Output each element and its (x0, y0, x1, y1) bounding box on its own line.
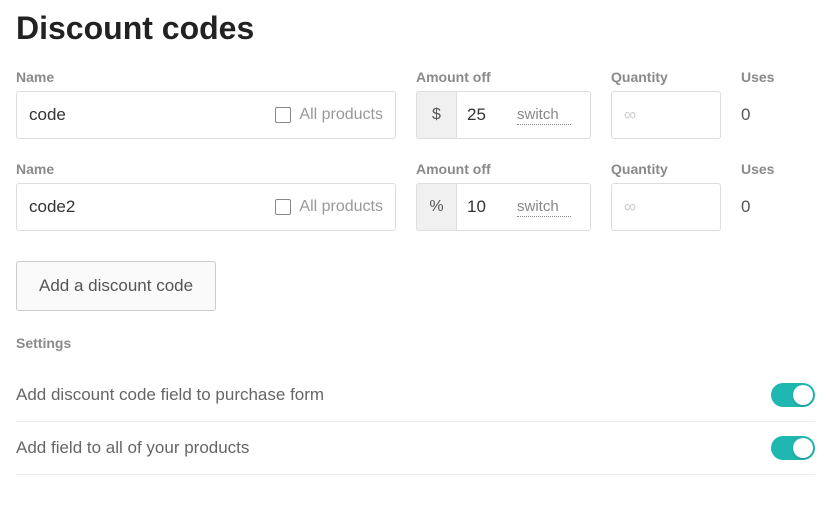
setting-row: Add discount code field to purchase form (16, 369, 815, 422)
quantity-input[interactable] (611, 183, 721, 231)
quantity-input[interactable] (611, 91, 721, 139)
setting-row: Add field to all of your products (16, 422, 815, 475)
all-products-label: All products (299, 106, 383, 124)
setting-label: Add discount code field to purchase form (16, 385, 324, 405)
column-label-quantity: Quantity (611, 161, 721, 177)
name-input[interactable] (29, 197, 275, 217)
column-label-uses: Uses (741, 161, 796, 177)
discount-code-row: All products % switch 0 (16, 183, 815, 231)
uses-value: 0 (741, 197, 796, 217)
amount-input-wrap: % switch (416, 183, 591, 231)
toggle-switch[interactable] (771, 436, 815, 460)
page-title: Discount codes (16, 10, 815, 47)
all-products-checkbox-wrap[interactable]: All products (275, 198, 383, 216)
checkbox-icon (275, 199, 291, 215)
currency-symbol: % (417, 184, 457, 230)
column-label-name: Name (16, 69, 396, 85)
column-label-uses: Uses (741, 69, 796, 85)
column-label-amount: Amount off (416, 69, 591, 85)
setting-label: Add field to all of your products (16, 438, 249, 458)
amount-input[interactable] (457, 184, 517, 230)
column-label-amount: Amount off (416, 161, 591, 177)
uses-value: 0 (741, 105, 796, 125)
switch-link[interactable]: switch (517, 198, 571, 217)
column-label-name: Name (16, 161, 396, 177)
amount-input-wrap: $ switch (416, 91, 591, 139)
toggle-switch[interactable] (771, 383, 815, 407)
column-labels-row: Name Amount off Quantity Uses (16, 69, 815, 85)
settings-heading: Settings (16, 335, 815, 351)
discount-code-row: All products $ switch 0 (16, 91, 815, 139)
currency-symbol: $ (417, 92, 457, 138)
name-input[interactable] (29, 105, 275, 125)
all-products-label: All products (299, 198, 383, 216)
toggle-knob (793, 385, 813, 405)
amount-input[interactable] (457, 92, 517, 138)
name-input-wrap: All products (16, 183, 396, 231)
checkbox-icon (275, 107, 291, 123)
all-products-checkbox-wrap[interactable]: All products (275, 106, 383, 124)
column-label-quantity: Quantity (611, 69, 721, 85)
toggle-knob (793, 438, 813, 458)
name-input-wrap: All products (16, 91, 396, 139)
column-labels-row: Name Amount off Quantity Uses (16, 161, 815, 177)
switch-link[interactable]: switch (517, 106, 571, 125)
add-discount-code-button[interactable]: Add a discount code (16, 261, 216, 311)
